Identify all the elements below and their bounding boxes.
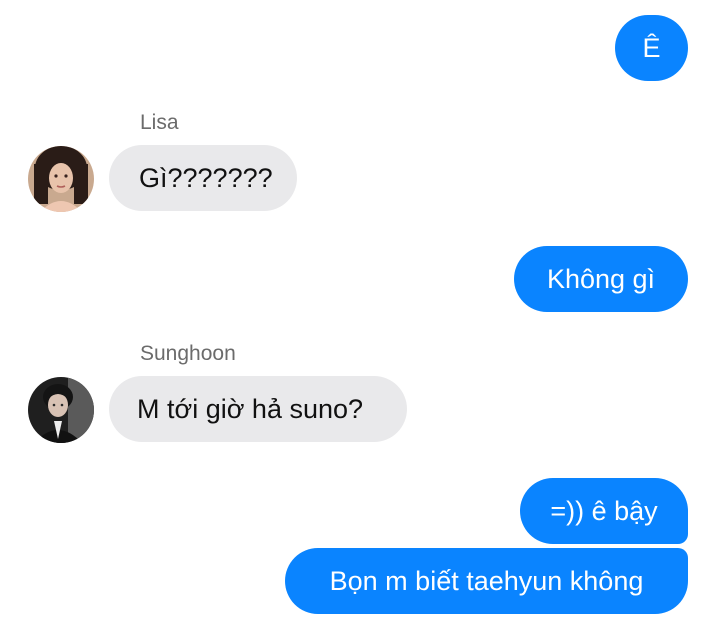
- message-text: Không gì: [546, 263, 656, 294]
- outgoing-message-bubble[interactable]: Bọn m biết taehyun không: [285, 548, 688, 614]
- message-text: M tới giờ hả suno?: [137, 393, 364, 424]
- incoming-message-bubble[interactable]: M tới giờ hả suno?: [109, 376, 407, 442]
- message-text: =)) ê bậy: [550, 495, 658, 526]
- outgoing-message-bubble[interactable]: Không gì: [514, 246, 688, 312]
- outgoing-message-bubble[interactable]: =)) ê bậy: [520, 478, 688, 544]
- outgoing-message-bubble[interactable]: Ê: [615, 15, 688, 81]
- sunghoon-avatar[interactable]: [28, 377, 94, 443]
- lisa-avatar[interactable]: [28, 146, 94, 212]
- message-text: Bọn m biết taehyun không: [329, 565, 644, 596]
- message-text: Ê: [642, 32, 661, 63]
- message-text: Gì???????: [139, 162, 273, 193]
- sender-name-sunghoon: Sunghoon: [140, 342, 236, 365]
- incoming-message-bubble[interactable]: Gì???????: [109, 145, 297, 211]
- sender-name-lisa: Lisa: [140, 111, 179, 134]
